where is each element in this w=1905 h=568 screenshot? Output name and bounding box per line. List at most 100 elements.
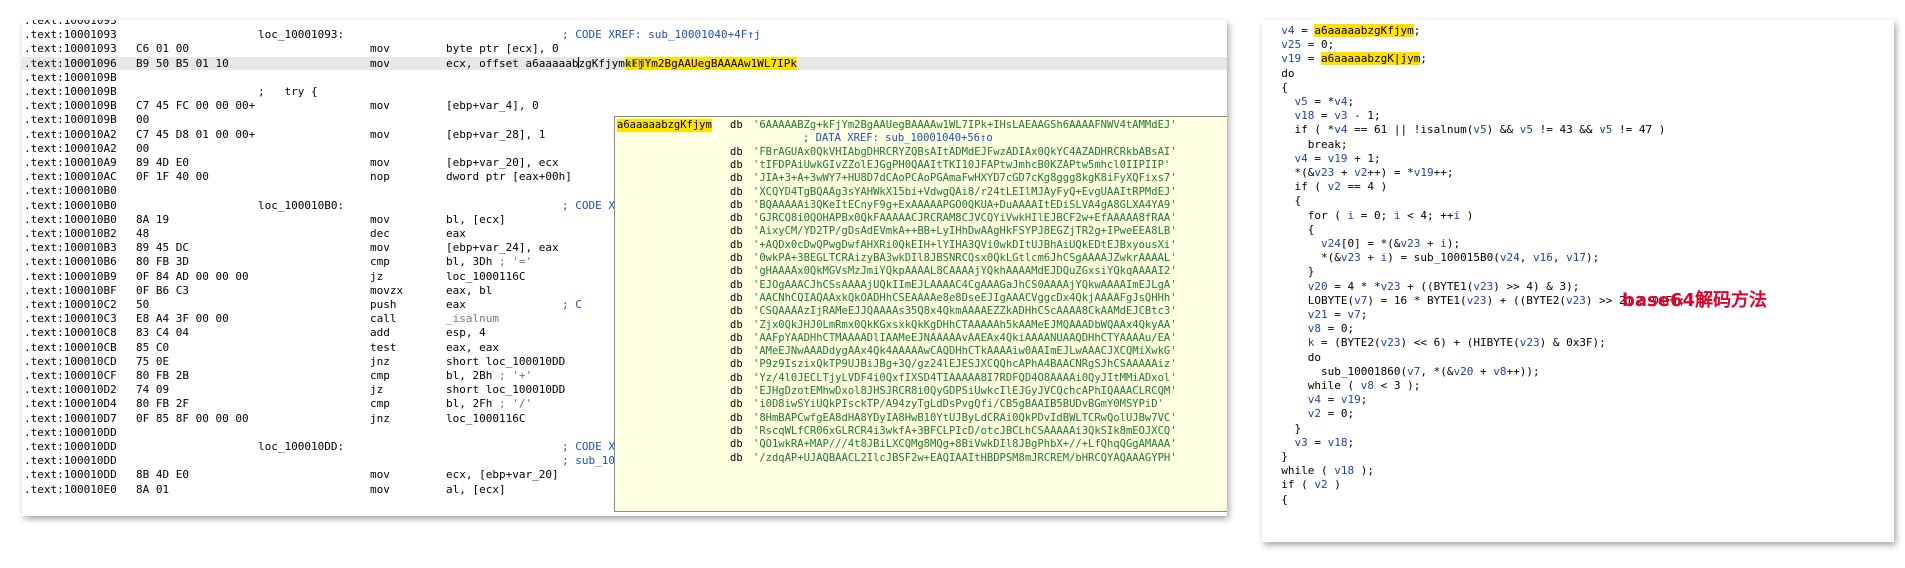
asm-line[interactable]: .text:1000109B C7 45 FC 00 00 00+ mov [ebp+…	[22, 99, 1227, 112]
pseudocode-line[interactable]: v3 = v18;	[1268, 436, 1355, 450]
asm-line[interactable]: .text:10001093 C6 01 00 mov byte ptr [ecx],…	[22, 42, 1227, 55]
pseudocode-line[interactable]: v18 = v3 - 1;	[1268, 109, 1381, 123]
asm-line[interactable]: .text:1000109B ; try {	[22, 85, 1227, 98]
asm-operands: [ebp+var_24], eax	[446, 241, 559, 255]
tooltip-string: '8HmBAPCwfgEA8dHA8YDyIA8HwB10YtUJByLdCRA…	[753, 411, 1177, 424]
tooltip-line: db '8HmBAPCwfgEA8dHA8YDyIA8HwB10YtUJByLdC…	[615, 412, 1227, 425]
pseudocode-line[interactable]: sub_10001860(v7, *(&v20 + v8++));	[1268, 365, 1540, 379]
code-token: ) << 6) + (HIBYTE(	[1400, 336, 1520, 350]
asm-bytes: 80 FB 2B	[136, 369, 189, 382]
pseudocode-line[interactable]: v25 = 0;	[1268, 38, 1334, 52]
code-token: ,	[1552, 251, 1567, 265]
tooltip-line: db 'gHAAAAx0QkMGVsMzJmiYQkpAAAAL8CAAAAjYQ…	[615, 265, 1227, 278]
asm-mnemonic: mov	[370, 212, 390, 226]
pseudocode-line[interactable]: {	[1268, 81, 1288, 95]
disassembly-view[interactable]: .text:10001093 .text:10001093 loc_10001093…	[22, 20, 1227, 516]
asm-address: .text:100010DD	[24, 454, 117, 468]
pseudocode-line[interactable]: v4 = v19;	[1268, 393, 1368, 407]
variable: v21	[1307, 308, 1328, 321]
pseudocode-line[interactable]: v21 = v7;	[1268, 308, 1368, 322]
asm-bytes: 48	[136, 227, 150, 240]
pseudocode-line[interactable]: k = (BYTE2(v23) << 6) + (HIBYTE(v23) & 0…	[1268, 336, 1606, 350]
pseudocode-line[interactable]: v2 = 0;	[1268, 407, 1354, 421]
asm-bytes: 00	[136, 113, 150, 127]
tooltip-string: 'AixyCM/YD2TP/gDsAdEVmkA++BB+LyIHhDwAAgH…	[753, 225, 1177, 238]
asm-address: .text:100010B3	[24, 241, 117, 255]
pseudocode-line[interactable]: while ( v8 < 3 );	[1268, 379, 1421, 393]
pseudocode-line[interactable]: if ( v2 == 4 )	[1268, 180, 1387, 194]
asm-bytes: 0F 1F 40 00	[136, 170, 209, 184]
code-token: do	[1268, 66, 1295, 80]
code-token: ;	[1413, 24, 1421, 37]
pseudocode-line[interactable]: }	[1268, 450, 1288, 464]
pseudocode-line[interactable]: v5 = *v4;	[1268, 95, 1355, 109]
code-token: ) & 0x3F);	[1539, 336, 1606, 350]
pseudocode-line[interactable]: break;	[1268, 137, 1348, 152]
variable: v5	[1599, 123, 1613, 137]
code-token: +	[1360, 251, 1381, 265]
pseudocode-line[interactable]: *(&v23 + i) = sub_100015B0(v24, v16, v17…	[1268, 251, 1599, 265]
pseudocode-line[interactable]: *(&v23 + v2++) = *v19++;	[1268, 166, 1453, 180]
pseudocode-line[interactable]: v24[0] = *(&v23 + i);	[1268, 237, 1460, 251]
variable: v19	[1340, 393, 1361, 407]
asm-line[interactable]: .text:10001096 B9 50 B5 01 10 mov ecx, offs…	[22, 56, 1227, 70]
variable: v23	[1519, 336, 1540, 350]
pseudocode-line[interactable]: do	[1268, 351, 1321, 365]
pseudocode-line[interactable]: {	[1268, 493, 1288, 507]
pseudocode-line[interactable]: v8 = 0;	[1268, 322, 1354, 336]
asm-mnemonic: jz	[370, 383, 384, 397]
variable: i	[1440, 237, 1447, 250]
asm-line[interactable]: .text:1000109B	[22, 71, 1227, 84]
asm-mnemonic: dec	[370, 227, 390, 240]
pseudocode-line[interactable]: for ( i = 0; i < 4; ++i )	[1268, 209, 1474, 223]
tooltip-db: db	[730, 238, 743, 251]
variable: v18	[1334, 464, 1355, 478]
pseudocode-line[interactable]: {	[1268, 194, 1301, 208]
tooltip-line: db 'XCQYD4TgBQAAg3sYAHWkX15bi+VdwgQAi8/r2…	[615, 186, 1227, 199]
pseudocode-line[interactable]: v20 = 4 * *v23 + ((BYTE1(v23) >> 4) & 3)…	[1268, 279, 1580, 294]
asm-address: .text:10001096	[24, 56, 117, 70]
code-token: if (	[1268, 478, 1315, 492]
variable: v25	[1281, 38, 1302, 52]
variable: v5	[1519, 123, 1533, 137]
asm-bytes: B9 50 B5 01 10	[136, 56, 229, 70]
asm-bytes: 8A 19	[136, 212, 170, 226]
asm-line[interactable]: .text:10001093	[22, 20, 1227, 27]
tooltip-db: db	[730, 385, 743, 397]
pseudocode-line[interactable]: }	[1268, 422, 1301, 436]
tooltip-xref: ; DATA XREF: sub_10001040+56↑o	[803, 132, 993, 145]
asm-operands: loc_1000116C	[446, 269, 526, 283]
char-comment: ; '+'	[492, 369, 533, 382]
pseudocode-line[interactable]: while ( v18 );	[1268, 464, 1374, 478]
tooltip-db: db	[730, 265, 743, 278]
pseudocode-line[interactable]: do	[1268, 66, 1295, 81]
code-token: != 47 )	[1612, 123, 1666, 137]
code-token: = 4 * *	[1327, 279, 1381, 293]
variable: v23	[1380, 279, 1401, 293]
asm-address: .text:100010AC	[24, 170, 117, 184]
variable: v24	[1499, 251, 1520, 265]
tooltip-line: db 'EJOgAAACJhCSsAAAAjUQkIImEJLAAAAC4CgAA…	[615, 279, 1227, 292]
pseudocode-line[interactable]: if ( *v4 == 61 || !isalnum(v5) && v5 != …	[1268, 123, 1665, 137]
pseudocode-line[interactable]: v4 = a6aaaaabzgKfjym;	[1268, 24, 1420, 38]
code-token: break;	[1268, 137, 1348, 151]
asm-comment: ; CODE X	[562, 440, 615, 453]
asm-line[interactable]: .text:10001093 loc_10001093: ; CODE XREF: …	[22, 28, 1227, 41]
pseudocode-line[interactable]: {	[1268, 223, 1315, 237]
asm-label: ; try {	[258, 85, 318, 98]
variable: v4	[1307, 393, 1321, 407]
asm-operands: loc_1000116C	[446, 411, 526, 425]
pseudocode-line[interactable]: v19 = a6aaaaabzgK|jym;	[1268, 52, 1427, 66]
code-token: = 0;	[1301, 38, 1335, 52]
tooltip-db: db	[730, 252, 743, 264]
variable: v20	[1307, 279, 1328, 293]
char-comment: ; '='	[492, 255, 533, 269]
asm-bytes: 0F 84 AD 00 00 00	[136, 269, 249, 283]
pseudocode-line[interactable]: v4 = v19 + 1;	[1268, 152, 1381, 166]
asm-bytes: 0F 85 8F 00 00 00	[136, 411, 249, 425]
pseudocode-view[interactable]: v4 = a6aaaaabzgKfjym; v25 = 0; v19 = a6a…	[1262, 20, 1894, 542]
pseudocode-line[interactable]: }	[1268, 265, 1315, 279]
tooltip-string: 'RscqWLfCR06xGLRCR4i3wkfA+3BFCLPIcD/otcJ…	[753, 424, 1177, 437]
pseudocode-line[interactable]: if ( v2 )	[1268, 478, 1341, 492]
